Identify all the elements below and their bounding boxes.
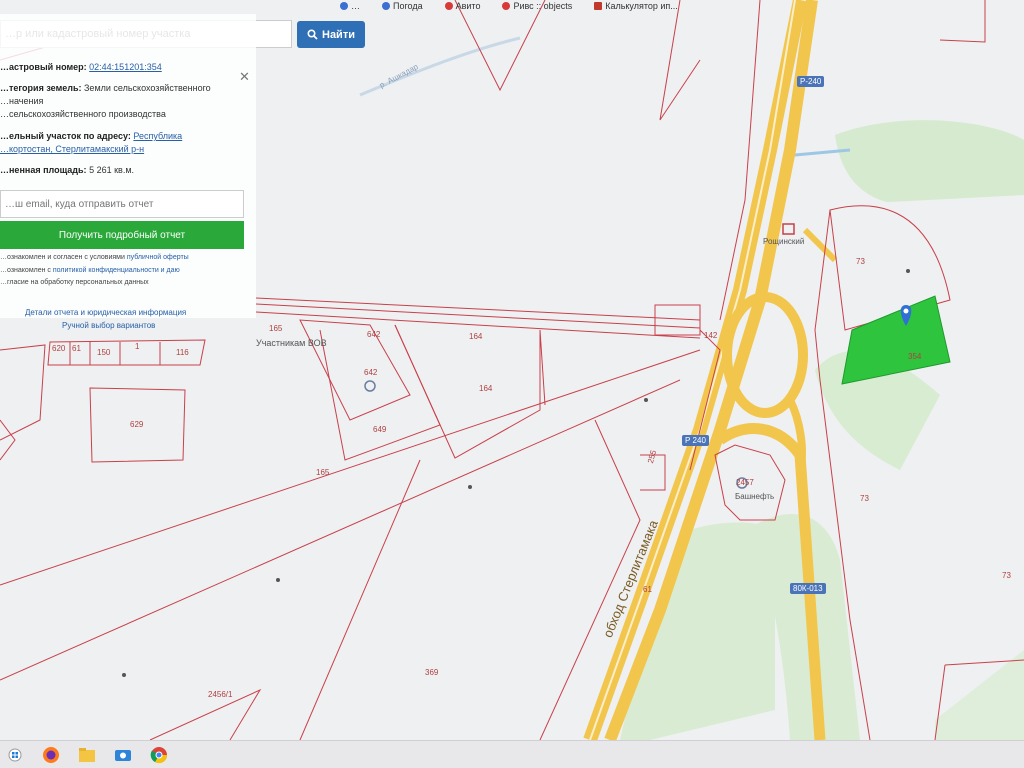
parcel-label: 73 [860,494,869,503]
parcel-label: 61 [643,585,652,594]
area-value: 5 261 кв.м. [89,165,135,175]
parcel-label: 629 [130,420,144,429]
parcel-info-panel: ✕ …астровый номер: 02:44:151201:354 …тег… [0,14,256,330]
bookmark-label: Калькулятор ип... [605,0,678,11]
parcel-label: 73 [856,257,865,266]
land-category-row: …тегория земель: Земли сельскохозяйствен… [0,82,211,121]
bookmark-label: … [351,0,360,11]
search-button[interactable]: Найти [297,21,365,48]
area-row: …ненная площадь: 5 261 кв.м. [0,164,134,177]
weather-icon [382,2,390,10]
bookmark-item[interactable]: … [340,0,360,12]
parcel-label: 354 [908,352,922,361]
land-category-value: …сельскохозяйственного производства [0,109,166,119]
bookmark-item[interactable]: Погода [382,0,423,12]
land-category-value: Земли сельскохозяйственного [84,83,211,93]
parcel-label: 116 [176,348,189,357]
cadastral-number-label: …астровый номер: [0,62,87,72]
land-category-value: …начения [0,96,44,106]
parcel-label: 150 [97,348,111,357]
get-report-button[interactable]: Получить подробный отчет [0,221,244,249]
parcel-label: 642 [367,330,381,339]
place-label: Рощинский [763,237,805,246]
address-link[interactable]: Республика [133,131,182,141]
search-button-label: Найти [322,28,355,41]
parcel-label: 164 [469,332,483,341]
file-explorer-icon[interactable] [76,744,98,766]
parcel-label: 2456/1 [208,690,233,699]
cadastral-number-link[interactable]: 02:44:151201:354 [89,62,162,72]
bookmark-item[interactable]: Калькулятор ип... [594,0,678,12]
address-label: …ельный участок по адресу: [0,131,131,141]
manual-selection-link[interactable]: Ручной выбор вариантов [62,321,155,330]
place-label: Башнефть [735,492,775,501]
report-details-link[interactable]: Детали отчета и юридическая информация [25,308,186,317]
parcel-label: 642 [364,368,378,377]
bookmark-item[interactable]: Авито [444,0,481,12]
consent-offer[interactable]: …ознакомлен и согласен с условиями публи… [0,252,189,264]
parcel-label: 165 [269,324,283,333]
search-icon [307,29,318,40]
parcel-label: 164 [479,384,493,393]
road-shield: Р-240 [797,76,825,87]
consent-text: …ознакомлен с [0,267,53,274]
consent-text: …ознакомлен и согласен с условиями [0,254,127,261]
parcel-label: 2457 [736,478,754,487]
monument-label: Участникам ВОВ [256,338,327,348]
bookmark-label: Авито [455,0,481,11]
firefox-icon[interactable] [40,744,62,766]
address-row: …ельный участок по адресу: Республика …к… [0,130,182,156]
parcel-label: 369 [425,668,439,677]
cadastral-number-row: …астровый номер: 02:44:151201:354 [0,61,162,74]
email-input[interactable] [0,190,244,218]
chrome-icon[interactable] [148,744,170,766]
avito-icon [444,2,453,10]
offer-link[interactable]: публичной оферты [127,254,189,261]
consent-privacy[interactable]: …ознакомлен с политикой конфиденциальнос… [0,265,180,277]
bookmark-label: Погода [393,0,423,11]
parcel-label: 142 [704,331,718,340]
taskbar [0,740,1024,768]
close-icon[interactable]: ✕ [239,69,250,85]
road-shield: Р 240 [682,435,709,446]
privacy-link[interactable]: политикой конфиденциальности и даю [53,267,180,274]
camera-icon[interactable] [112,744,134,766]
parcel-label: 620 [52,344,66,353]
parcel-label: 649 [373,425,387,434]
parcel-label: 165 [316,468,330,477]
bookmark-icon [502,2,511,10]
windows-start-icon[interactable] [4,744,26,766]
address-link[interactable]: …кортостан, Стерлитамакский р-н [0,144,144,154]
land-category-label: …тегория земель: [0,83,82,93]
bookmark-item[interactable]: Ривс :: objects [502,0,572,12]
consent-personal-data: …гласие на обработку персональных данных [0,279,149,286]
parcel-label: 61 [72,344,81,353]
parcel-label: 73 [1002,571,1011,580]
road-shield: 80К-013 [790,583,826,594]
bookmarks-bar: … Погода Авито Ривс :: objects Калькулят… [340,0,678,12]
area-label: …ненная площадь: [0,165,87,175]
bookmark-label: Ривс :: objects [513,0,573,11]
parcel-label: 1 [135,342,140,351]
calculator-icon [594,2,603,10]
bookmark-icon [340,2,348,10]
